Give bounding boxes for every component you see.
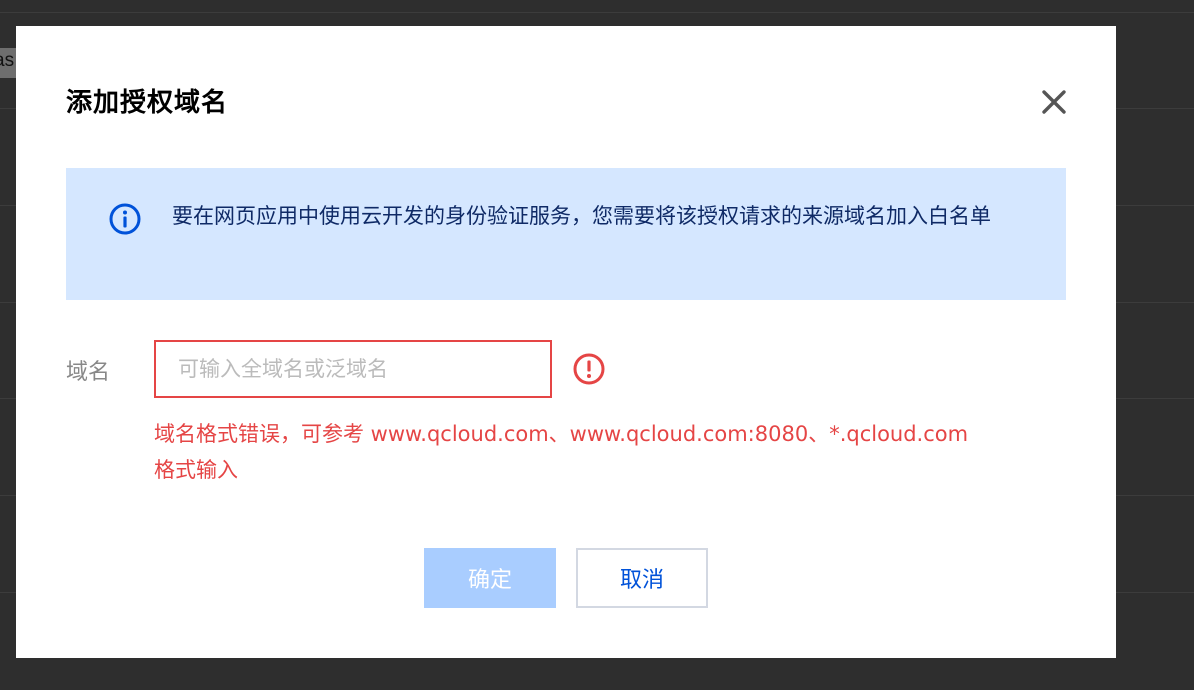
confirm-button-label: 确定: [467, 568, 512, 593]
confirm-button[interactable]: 确定: [424, 548, 556, 608]
dialog-title: 添加授权域名: [66, 88, 229, 118]
info-alert: 要在网页应用中使用云开发的身份验证服务，您需要将该授权请求的来源域名加入白名单: [66, 168, 1066, 300]
add-authorized-domain-dialog: 添加授权域名 要在网页应用中使用云开发的身份验证服务，您需要将该授权请求的来源域…: [16, 26, 1116, 658]
close-button[interactable]: [1038, 86, 1070, 118]
background-divider: [0, 12, 1194, 13]
info-icon: [109, 203, 141, 235]
error-icon: [573, 353, 605, 385]
info-message: 要在网页应用中使用云开发的身份验证服务，您需要将该授权请求的来源域名加入白名单: [172, 204, 991, 228]
background-fragment-text: as: [0, 50, 15, 71]
cancel-button-label: 取消: [619, 568, 664, 593]
cancel-button[interactable]: 取消: [576, 548, 708, 608]
close-icon: [1042, 90, 1066, 114]
domain-input[interactable]: [154, 340, 552, 398]
domain-label: 域名: [66, 360, 111, 385]
domain-error-message: 域名格式错误，可参考 www.qcloud.com、www.qcloud.com…: [154, 422, 969, 482]
